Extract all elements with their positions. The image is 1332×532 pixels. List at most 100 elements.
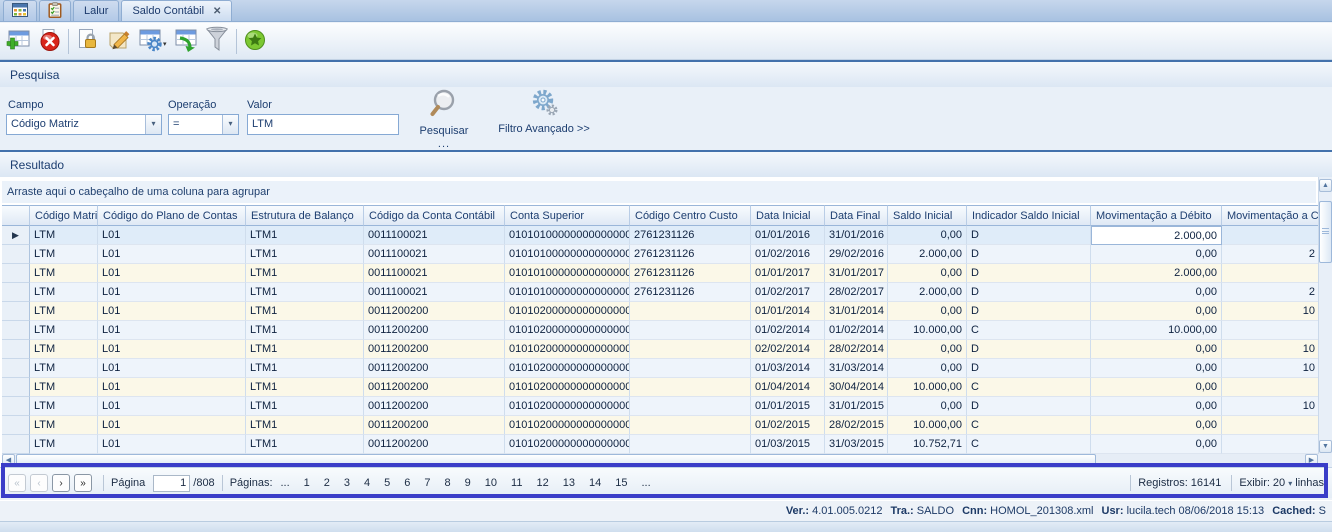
table-cell[interactable]: 01/01/2016: [751, 226, 825, 245]
row-indicator-cell[interactable]: [2, 283, 30, 302]
table-cell[interactable]: 02/02/2014: [751, 340, 825, 359]
lock-record-button[interactable]: [72, 26, 103, 57]
table-cell[interactable]: 28/02/2015: [825, 416, 888, 435]
first-page-button[interactable]: «: [8, 474, 26, 492]
table-cell[interactable]: D: [967, 340, 1091, 359]
table-cell[interactable]: [1222, 321, 1320, 340]
close-icon[interactable]: ✕: [213, 6, 221, 17]
table-cell[interactable]: C: [967, 416, 1091, 435]
horizontal-scrollbar-thumb[interactable]: [16, 454, 1096, 467]
table-cell[interactable]: L01: [98, 340, 246, 359]
tab-checklist-module-icon[interactable]: [39, 0, 71, 21]
page-number-link[interactable]: 6: [404, 477, 410, 489]
table-cell[interactable]: D: [967, 397, 1091, 416]
tab-grid-module-icon[interactable]: [3, 0, 37, 21]
table-cell[interactable]: 0,00: [1091, 283, 1222, 302]
table-cell[interactable]: [630, 397, 751, 416]
table-cell[interactable]: 01/02/2016: [751, 245, 825, 264]
filter-button[interactable]: [202, 26, 233, 57]
page-number-link[interactable]: 9: [465, 477, 471, 489]
table-cell[interactable]: C: [967, 435, 1091, 454]
table-cell[interactable]: LTM1: [246, 340, 364, 359]
table-cell[interactable]: 31/01/2016: [825, 226, 888, 245]
table-cell[interactable]: 2.000,00: [1091, 264, 1222, 283]
table-cell[interactable]: 2761231126: [630, 226, 751, 245]
page-number-link[interactable]: 11: [511, 477, 522, 489]
column-header[interactable]: Código do Plano de Contas: [98, 205, 246, 226]
column-header[interactable]: Conta Superior: [505, 205, 630, 226]
table-row[interactable]: LTML01LTM1001120020001010200000000000000…: [2, 302, 1320, 321]
table-cell[interactable]: 31/03/2015: [825, 435, 888, 454]
group-by-panel[interactable]: Arraste aqui o cabeçalho de uma coluna p…: [2, 181, 1316, 203]
table-cell[interactable]: [1222, 416, 1320, 435]
table-cell[interactable]: 01010200000000000000: [505, 340, 630, 359]
table-cell[interactable]: LTM: [30, 321, 98, 340]
table-cell[interactable]: LTM1: [246, 378, 364, 397]
tab-saldo-cont-bil[interactable]: Saldo Contábil✕: [121, 0, 232, 21]
table-cell[interactable]: 0,00: [888, 302, 967, 321]
table-cell[interactable]: 0,00: [888, 226, 967, 245]
table-cell[interactable]: LTM1: [246, 397, 364, 416]
table-cell[interactable]: L01: [98, 245, 246, 264]
row-indicator-cell[interactable]: [2, 435, 30, 454]
table-cell[interactable]: LTM: [30, 245, 98, 264]
chevron-down-icon[interactable]: ▾: [1288, 479, 1292, 488]
table-row[interactable]: LTML01LTM1001120020001010200000000000000…: [2, 359, 1320, 378]
page-number-link[interactable]: 15: [615, 477, 627, 489]
column-header[interactable]: Estrutura de Balanço: [246, 205, 364, 226]
table-cell[interactable]: [630, 416, 751, 435]
table-cell[interactable]: L01: [98, 302, 246, 321]
row-indicator-cell[interactable]: [2, 302, 30, 321]
column-header[interactable]: Código Centro Custo: [630, 205, 751, 226]
table-cell[interactable]: L01: [98, 416, 246, 435]
table-cell[interactable]: 0011100021: [364, 264, 505, 283]
table-cell[interactable]: L01: [98, 264, 246, 283]
table-cell[interactable]: 01010200000000000000: [505, 359, 630, 378]
table-cell[interactable]: 0,00: [1091, 359, 1222, 378]
table-cell[interactable]: LTM: [30, 264, 98, 283]
table-cell[interactable]: 0011200200: [364, 416, 505, 435]
column-header[interactable]: Data Final: [825, 205, 888, 226]
table-cell[interactable]: 0011200200: [364, 302, 505, 321]
table-cell[interactable]: 01/01/2015: [751, 397, 825, 416]
table-cell[interactable]: D: [967, 359, 1091, 378]
table-cell[interactable]: 31/01/2015: [825, 397, 888, 416]
table-cell[interactable]: L01: [98, 283, 246, 302]
column-header[interactable]: Movimentação a Cr: [1222, 205, 1320, 226]
page-number-link[interactable]: 1: [304, 477, 310, 489]
table-row[interactable]: LTML01LTM1001110002101010100000000000000…: [2, 245, 1320, 264]
table-cell[interactable]: 10.000,00: [888, 321, 967, 340]
table-cell[interactable]: LTM1: [246, 359, 364, 378]
vertical-scrollbar[interactable]: ▲ ▼: [1318, 177, 1332, 455]
table-cell[interactable]: D: [967, 226, 1091, 245]
campo-dropdown[interactable]: Código Matriz ▾: [6, 114, 162, 135]
table-cell[interactable]: 2: [1222, 283, 1320, 302]
column-header[interactable]: Indicador Saldo Inicial: [967, 205, 1091, 226]
column-header[interactable]: Data Inicial: [751, 205, 825, 226]
table-cell[interactable]: 31/01/2017: [825, 264, 888, 283]
table-cell[interactable]: 01/02/2014: [825, 321, 888, 340]
table-cell[interactable]: 0,00: [1091, 245, 1222, 264]
table-cell[interactable]: 01010200000000000000: [505, 397, 630, 416]
tab-lalur[interactable]: Lalur: [73, 0, 119, 21]
table-cell[interactable]: 01010200000000000000: [505, 435, 630, 454]
table-row[interactable]: LTML01LTM1001110002101010100000000000000…: [2, 264, 1320, 283]
page-number-link[interactable]: 7: [424, 477, 430, 489]
table-cell[interactable]: L01: [98, 321, 246, 340]
table-cell[interactable]: [1222, 264, 1320, 283]
table-cell[interactable]: 01/03/2015: [751, 435, 825, 454]
table-cell[interactable]: 0,00: [1091, 435, 1222, 454]
horizontal-scrollbar[interactable]: ◀ ▶: [2, 454, 1318, 467]
column-header[interactable]: Movimentação a Débito: [1091, 205, 1222, 226]
operacao-dropdown[interactable]: = ▾: [168, 114, 239, 135]
table-row[interactable]: LTML01LTM1001120020001010200000000000000…: [2, 321, 1320, 340]
column-header[interactable]: Código Matriz: [30, 205, 98, 226]
table-cell[interactable]: 10.752,71: [888, 435, 967, 454]
table-cell[interactable]: [630, 321, 751, 340]
table-cell[interactable]: [630, 302, 751, 321]
table-cell[interactable]: LTM: [30, 397, 98, 416]
table-cell[interactable]: 01/01/2014: [751, 302, 825, 321]
page-number-link[interactable]: 10: [485, 477, 497, 489]
row-indicator-cell[interactable]: [2, 264, 30, 283]
table-cell[interactable]: 0,00: [1091, 397, 1222, 416]
